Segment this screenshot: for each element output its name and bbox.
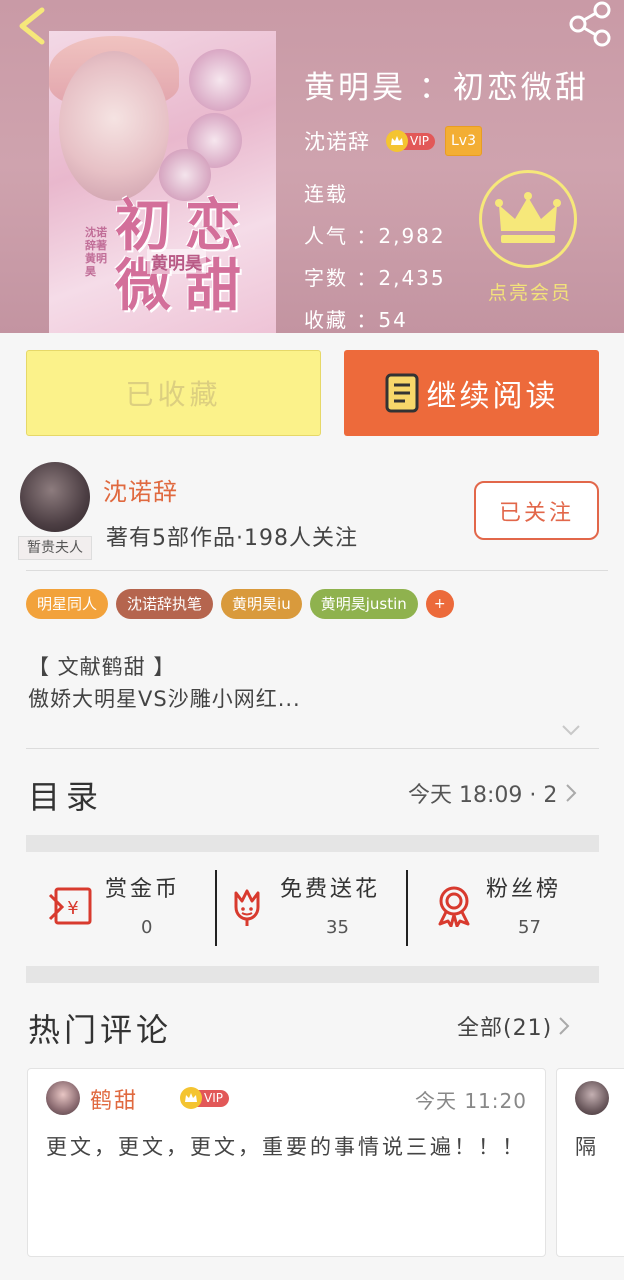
member-button[interactable]: 点亮会员 (479, 170, 581, 305)
more-tags-button[interactable]: + (425, 590, 454, 618)
reward-coins-button[interactable]: ¥ 赏金币 0 (48, 865, 208, 945)
send-flower-button[interactable]: 免费送花 35 (228, 865, 403, 945)
svg-text:¥: ¥ (67, 898, 78, 919)
share-icon (569, 1, 611, 47)
divider (26, 748, 599, 749)
book-cover[interactable]: 沈诺辞著黄明昊 初恋微甜 黄明昊 (49, 31, 276, 333)
tag-item[interactable]: 黄明昊justin (309, 589, 418, 619)
commenter-avatar[interactable] (575, 1081, 609, 1115)
book-word-count: 字数 ：2,435 (304, 266, 446, 290)
all-comments-label: 全部(21) (457, 1016, 553, 1041)
chevron-down-icon (562, 725, 580, 736)
divider (26, 570, 608, 571)
flower-icon (234, 889, 260, 926)
tag-item[interactable]: 沈诺辞执笔 (116, 589, 214, 619)
favorited-button[interactable]: 已收藏 (26, 350, 321, 436)
fan-ranking-button[interactable]: 粉丝榜 57 (434, 865, 599, 945)
vertical-divider (215, 870, 217, 946)
crown-icon (386, 130, 408, 152)
book-header: 沈诺辞著黄明昊 初恋微甜 黄明昊 黄明昊 ：初恋微甜 沈诺辞 VIP Lv3 连… (0, 0, 624, 333)
synopsis-line: 傲娇大明星VS沙雕小网红... (28, 687, 301, 711)
hot-comments-title: 热门评论 (28, 1011, 173, 1049)
cover-side-text: 沈诺辞著黄明昊 (85, 226, 107, 278)
section-band (26, 835, 599, 852)
author-avatar[interactable] (20, 462, 90, 532)
comment-text: 隔 (575, 1135, 596, 1159)
avatar-tag: 暂贵夫人 (18, 536, 92, 560)
comment-time: 今天 11:20 (415, 1089, 527, 1113)
continue-reading-button[interactable]: 继续阅读 (344, 350, 599, 436)
red-envelope-icon: ¥ (48, 887, 92, 925)
medal-icon (438, 886, 470, 927)
member-label: 点亮会员 (487, 282, 572, 304)
stat-value: 0 (141, 917, 153, 938)
comment-text: 更文，更文，更文，重要的事情说三遍！！！ (46, 1135, 526, 1159)
book-icon (385, 373, 418, 413)
stat-label: 粉丝榜 (486, 877, 562, 902)
stat-label: 免费送花 (280, 877, 381, 902)
back-button[interactable] (14, 4, 54, 48)
cover-subtitle: 黄明昊 (147, 249, 206, 274)
catalog-latest[interactable]: 今天 18:09 · 2 (408, 777, 579, 809)
all-comments-link[interactable]: 全部(21) (457, 1010, 572, 1042)
author-name[interactable]: 沈诺辞 (304, 126, 370, 156)
catalog-latest-text: 今天 18:09 · 2 (408, 783, 558, 808)
favorited-label: 已收藏 (125, 378, 222, 411)
author-card-name[interactable]: 沈诺辞 (103, 472, 178, 507)
cover-art-portrait (189, 49, 251, 111)
catalog-title[interactable]: 目录 (28, 772, 104, 818)
stat-label: 赏金币 (105, 877, 181, 902)
cover-title-char: 初 (115, 193, 173, 259)
tag-item[interactable]: 黄明昊iu (221, 589, 302, 619)
section-band (26, 966, 599, 983)
commenter-avatar[interactable] (46, 1081, 80, 1115)
back-arrow-icon (19, 7, 45, 45)
share-button[interactable] (566, 0, 616, 48)
level-badge: Lv3 (444, 126, 482, 156)
cover-art-portrait (59, 51, 169, 201)
stat-value: 57 (518, 917, 541, 938)
synopsis[interactable]: 【 文献鹤甜 】 傲娇大明星VS沙雕小网红... (28, 651, 301, 715)
comment-card[interactable]: 隔 (556, 1068, 624, 1257)
book-status: 连载 (304, 182, 348, 206)
book-popularity: 人气 ：2,982 (304, 224, 446, 248)
crown-icon (495, 192, 561, 243)
commenter-name[interactable]: 鹤甜 (90, 1083, 138, 1115)
vertical-divider (406, 870, 408, 946)
continue-reading-label: 继续阅读 (426, 379, 559, 414)
cover-title-char: 恋 (185, 193, 243, 259)
crown-icon (180, 1087, 202, 1109)
comment-card[interactable]: 鹤甜 VIP 今天 11:20 更文，更文，更文，重要的事情说三遍！！！ (27, 1068, 546, 1257)
member-crown-ring (479, 170, 577, 268)
follow-button[interactable]: 已关注 (474, 481, 599, 540)
chevron-right-icon (566, 784, 577, 802)
author-card-stats: 著有5部作品·198人关注 (106, 526, 358, 551)
author-row: 沈诺辞 VIP Lv3 (304, 124, 482, 158)
tag-item[interactable]: 明星同人 (26, 589, 109, 619)
tag-list: 明星同人 沈诺辞执笔 黄明昊iu 黄明昊justin + (26, 589, 454, 619)
chevron-right-icon (559, 1017, 570, 1035)
book-favorites: 收藏 ：54 (304, 308, 408, 332)
expand-synopsis-button[interactable] (560, 722, 582, 741)
stat-value: 35 (326, 917, 349, 938)
vip-badge: VIP (386, 130, 435, 152)
vip-badge: VIP (180, 1087, 229, 1109)
synopsis-line: 【 文献鹤甜 】 (28, 655, 176, 679)
book-title: 黄明昊 ：初恋微甜 (304, 70, 589, 106)
